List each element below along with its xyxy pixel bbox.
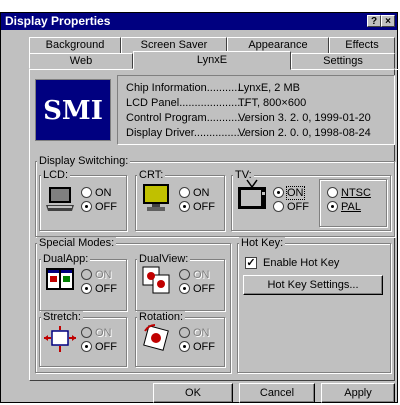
tv-on-label: ON — [286, 186, 305, 200]
dualapp-on-radio[interactable] — [81, 269, 92, 280]
info-lcd-panel: LCD Panel......................TFT, 800×… — [126, 97, 307, 109]
crt-monitor-icon — [143, 184, 169, 211]
crt-on-label: ON — [193, 187, 210, 199]
stretch-icon — [44, 326, 76, 352]
rotation-on-label: ON — [193, 327, 210, 339]
lcd-off-label: OFF — [95, 201, 117, 213]
hotkey-label: Hot Key: — [239, 237, 286, 249]
window-title: Display Properties — [5, 14, 111, 28]
close-button[interactable]: × — [381, 15, 395, 27]
help-button[interactable]: ? — [367, 15, 381, 27]
tv-on-radio[interactable] — [273, 187, 284, 198]
dualapp-icon — [46, 268, 74, 290]
display-switching-label: Display Switching: — [37, 155, 131, 167]
rotation-icon — [143, 324, 169, 351]
tab-effects[interactable]: Effects — [329, 37, 395, 54]
tv-off-label: OFF — [287, 201, 309, 213]
pal-radio[interactable] — [327, 201, 338, 212]
ntsc-label: NTSC — [341, 187, 371, 199]
stretch-off-label: OFF — [95, 341, 117, 353]
dualapp-off-radio[interactable] — [81, 283, 92, 294]
dualapp-on-label: ON — [95, 269, 112, 281]
hotkey-settings-button[interactable]: Hot Key Settings... — [243, 275, 383, 295]
tv-off-radio[interactable] — [273, 201, 284, 212]
ntsc-radio[interactable] — [327, 187, 338, 198]
stretch-on-label: ON — [95, 327, 112, 339]
lcd-off-radio[interactable] — [81, 201, 92, 212]
crt-off-radio[interactable] — [179, 201, 190, 212]
crt-label: CRT: — [137, 169, 166, 181]
dualview-off-label: OFF — [193, 283, 215, 295]
special-modes-label: Special Modes: — [37, 237, 117, 249]
background-strip — [0, 0, 400, 12]
enable-hotkey-label: Enable Hot Key — [263, 257, 340, 269]
info-chip: Chip Information............LynxE, 2 MB — [126, 82, 300, 94]
pal-label: PAL — [341, 201, 361, 213]
smi-logo: SMI — [35, 79, 111, 141]
dualapp-off-label: OFF — [95, 283, 117, 295]
tab-background[interactable]: Background — [29, 37, 121, 54]
enable-hotkey-checkbox[interactable]: ✓ — [245, 257, 257, 269]
tab-lynxe[interactable]: LynxE — [133, 51, 291, 70]
stretch-off-radio[interactable] — [81, 341, 92, 352]
crt-off-label: OFF — [193, 201, 215, 213]
tab-web[interactable]: Web — [29, 53, 133, 69]
dualview-icon — [142, 266, 170, 294]
laptop-icon — [46, 187, 74, 211]
rotation-off-label: OFF — [193, 341, 215, 353]
stretch-on-radio[interactable] — [81, 327, 92, 338]
stretch-label: Stretch: — [41, 311, 83, 323]
apply-button[interactable]: Apply — [321, 383, 395, 403]
rotation-on-radio[interactable] — [179, 327, 190, 338]
chip-info-box: Chip Information............LynxE, 2 MB … — [117, 75, 395, 145]
lcd-on-label: ON — [95, 187, 112, 199]
tv-icon — [238, 179, 266, 209]
dualview-label: DualView: — [137, 253, 191, 265]
title-bar: Display Properties ? × — [1, 13, 397, 30]
dualview-off-radio[interactable] — [179, 283, 190, 294]
dualview-on-label: ON — [193, 269, 210, 281]
crt-on-radio[interactable] — [179, 187, 190, 198]
cancel-button[interactable]: Cancel — [239, 383, 315, 403]
info-control-program: Control Program..............Version 3. … — [126, 112, 371, 124]
dualview-on-radio[interactable] — [179, 269, 190, 280]
info-display-driver: Display Driver.................Version 2… — [126, 127, 371, 139]
rotation-label: Rotation: — [137, 311, 186, 323]
dualapp-label: DualApp: — [41, 253, 91, 265]
rotation-off-radio[interactable] — [179, 341, 190, 352]
ok-button[interactable]: OK — [153, 383, 233, 403]
display-properties-dialog: Display Properties ? × Background Screen… — [0, 12, 399, 403]
lcd-on-radio[interactable] — [81, 187, 92, 198]
lcd-label: LCD: — [41, 169, 71, 181]
tab-settings[interactable]: Settings — [291, 53, 395, 69]
